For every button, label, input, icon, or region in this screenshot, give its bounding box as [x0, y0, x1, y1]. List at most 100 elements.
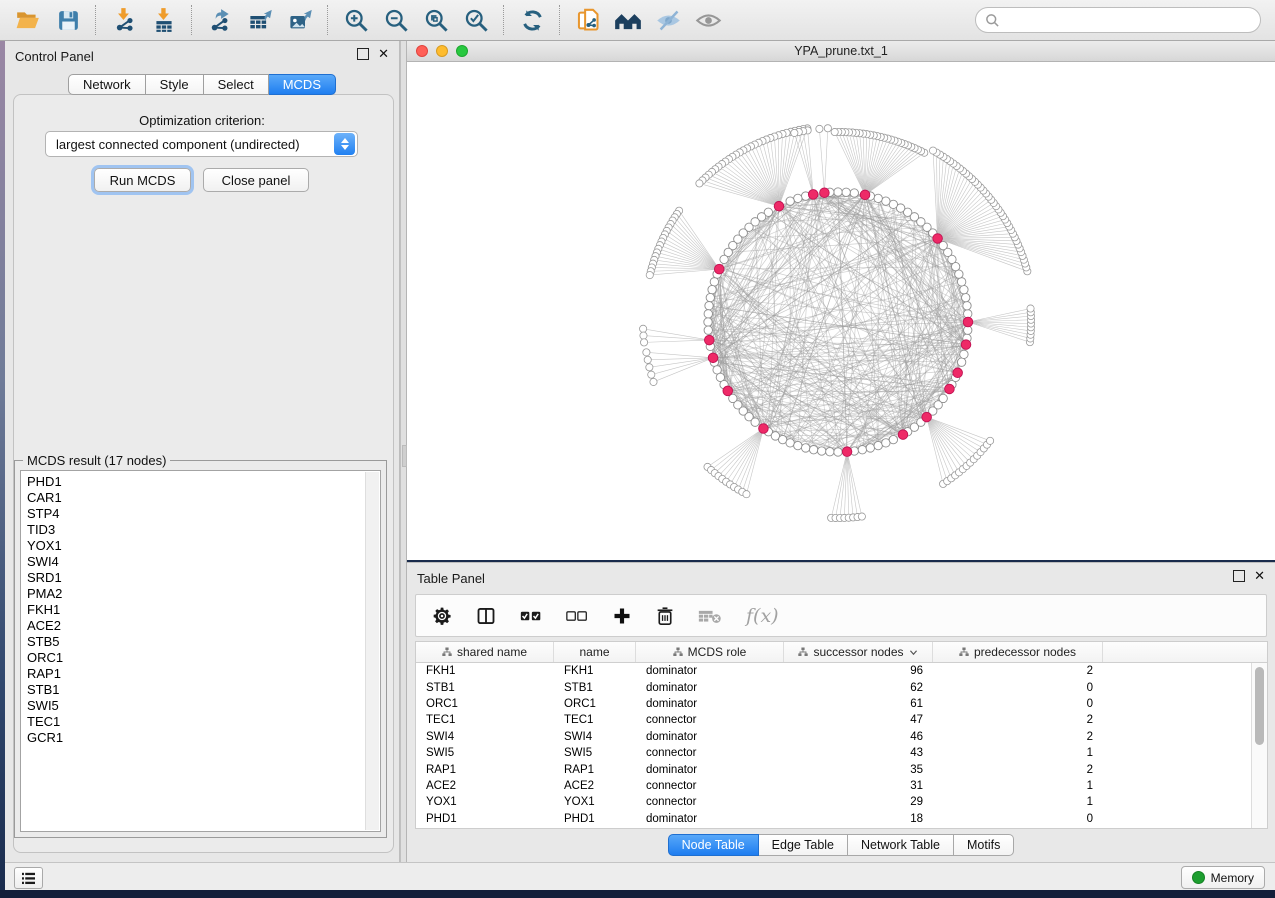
table-row[interactable]: ORC1ORC1dominator610 — [416, 696, 1267, 712]
tab-network-table[interactable]: Network Table — [848, 834, 954, 856]
tab-edge-table[interactable]: Edge Table — [759, 834, 848, 856]
zoom-fit-icon[interactable] — [416, 3, 456, 37]
column-header-name[interactable]: name — [554, 642, 636, 662]
task-history-button[interactable] — [14, 867, 43, 889]
mcds-result-item[interactable]: TEC1 — [27, 714, 360, 730]
save-session-icon[interactable] — [48, 3, 88, 37]
table-row[interactable]: STB1STB1dominator620 — [416, 679, 1267, 695]
tab-select[interactable]: Select — [204, 74, 269, 95]
deselect-all-icon[interactable] — [566, 608, 588, 624]
float-window-icon[interactable] — [1233, 570, 1245, 582]
export-image-icon[interactable] — [280, 3, 320, 37]
column-label: successor nodes — [813, 645, 903, 659]
delete-column-icon[interactable] — [656, 606, 674, 626]
cell-predecessor-nodes: 1 — [933, 780, 1103, 792]
hide-selected-icon[interactable] — [648, 3, 688, 37]
table-row[interactable]: PHD1PHD1dominator180 — [416, 811, 1267, 827]
mcds-result-item[interactable]: STB5 — [27, 634, 360, 650]
cell-shared-name: RAP1 — [416, 764, 554, 776]
column-header-shared-name[interactable]: shared name — [416, 642, 554, 662]
mcds-result-item[interactable]: PMA2 — [27, 586, 360, 602]
show-all-icon[interactable] — [688, 3, 728, 37]
tab-motifs[interactable]: Motifs — [954, 834, 1014, 856]
close-panel-icon[interactable]: ✕ — [1254, 571, 1265, 581]
tab-style[interactable]: Style — [146, 74, 204, 95]
dominator-node — [820, 188, 830, 198]
table-row[interactable]: RAP1RAP1dominator352 — [416, 761, 1267, 777]
import-table-icon[interactable] — [144, 3, 184, 37]
export-table-icon[interactable] — [240, 3, 280, 37]
mcds-result-item[interactable]: PHD1 — [27, 474, 360, 490]
node-table[interactable]: shared namenameMCDS role successor nodes p… — [415, 641, 1268, 829]
table-row[interactable]: ACE2ACE2connector311 — [416, 778, 1267, 794]
column-header-mcds-role[interactable]: MCDS role — [636, 642, 784, 662]
mcds-result-item[interactable]: YOX1 — [27, 538, 360, 554]
mcds-result-item[interactable]: SWI5 — [27, 698, 360, 714]
network-node — [705, 302, 713, 310]
import-network-icon[interactable] — [104, 3, 144, 37]
mcds-result-item[interactable]: CAR1 — [27, 490, 360, 506]
leaf-node — [648, 371, 655, 378]
table-row[interactable]: YOX1YOX1connector291 — [416, 794, 1267, 810]
mcds-result-item[interactable]: SWI4 — [27, 554, 360, 570]
add-column-icon[interactable] — [612, 606, 632, 626]
mcds-result-item[interactable]: TID3 — [27, 522, 360, 538]
select-all-icon[interactable] — [520, 608, 542, 624]
column-type-icon — [959, 647, 969, 657]
open-session-icon[interactable] — [8, 3, 48, 37]
search-input[interactable] — [1005, 12, 1260, 29]
network-graph[interactable] — [407, 62, 1275, 560]
table-settings-gear-icon[interactable] — [432, 606, 452, 626]
mcds-result-list[interactable]: PHD1CAR1STP4TID3YOX1SWI4SRD1PMA2FKH1ACE2… — [20, 470, 381, 832]
column-view-icon[interactable] — [476, 606, 496, 626]
table-panel-title: Table Panel — [417, 571, 485, 586]
tab-network[interactable]: Network — [68, 74, 146, 95]
network-view-titlebar[interactable]: YPA_prune.txt_1 — [407, 41, 1275, 62]
vertical-splitter[interactable] — [400, 41, 407, 862]
first-neighbors-icon[interactable] — [608, 3, 648, 37]
result-list-scrollbar[interactable] — [365, 472, 379, 830]
table-row[interactable]: SWI4SWI4dominator462 — [416, 729, 1267, 745]
column-type-icon — [798, 647, 808, 657]
zoom-in-icon[interactable] — [336, 3, 376, 37]
leaf-node — [646, 364, 653, 371]
mcds-result-item[interactable]: STP4 — [27, 506, 360, 522]
duplicate-network-icon[interactable] — [568, 3, 608, 37]
close-panel-button[interactable]: Close panel — [203, 168, 309, 192]
table-row[interactable]: TEC1TEC1connector472 — [416, 712, 1267, 728]
table-row[interactable]: FKH1FKH1dominator962 — [416, 663, 1267, 679]
export-network-icon[interactable] — [200, 3, 240, 37]
column-header-predecessor-nodes[interactable]: predecessor nodes — [933, 642, 1103, 662]
mcds-result-item[interactable]: FKH1 — [27, 602, 360, 618]
mcds-result-item[interactable]: STB1 — [27, 682, 360, 698]
search-box[interactable] — [975, 7, 1261, 33]
function-builder-icon: f(x) — [746, 605, 779, 627]
column-header-successor-nodes[interactable]: successor nodes — [784, 642, 933, 662]
float-window-icon[interactable] — [357, 48, 369, 60]
close-panel-icon[interactable]: ✕ — [378, 49, 389, 59]
refresh-icon[interactable] — [512, 3, 552, 37]
mcds-result-item[interactable]: ORC1 — [27, 650, 360, 666]
table-scrollbar[interactable] — [1251, 663, 1267, 828]
leaf-node — [646, 271, 653, 278]
mcds-result-item[interactable]: RAP1 — [27, 666, 360, 682]
table-scrollbar-thumb[interactable] — [1255, 667, 1264, 745]
run-mcds-button[interactable]: Run MCDS — [94, 168, 191, 192]
network-node — [957, 358, 965, 366]
mcds-result-item[interactable]: GCR1 — [27, 730, 360, 746]
zoom-out-icon[interactable] — [376, 3, 416, 37]
mcds-result-item[interactable]: ACE2 — [27, 618, 360, 634]
cell-shared-name: STB1 — [416, 682, 554, 694]
zoom-selected-icon[interactable] — [456, 3, 496, 37]
optimization-dropdown[interactable]: largest connected component (undirected) — [45, 131, 358, 157]
mcds-result-item[interactable]: SRD1 — [27, 570, 360, 586]
cell-successor-nodes: 62 — [784, 682, 933, 694]
network-canvas[interactable] — [407, 62, 1275, 560]
memory-button[interactable]: Memory — [1181, 866, 1265, 889]
tab-node-table[interactable]: Node Table — [668, 834, 759, 856]
dominator-node — [714, 264, 724, 274]
tab-mcds[interactable]: MCDS — [269, 74, 336, 95]
table-row[interactable]: SWI5SWI5connector431 — [416, 745, 1267, 761]
table-panel: Table Panel ✕ f(x) shared namenameMCDS r… — [407, 562, 1275, 862]
mcds-result-title: MCDS result (17 nodes) — [23, 453, 170, 468]
